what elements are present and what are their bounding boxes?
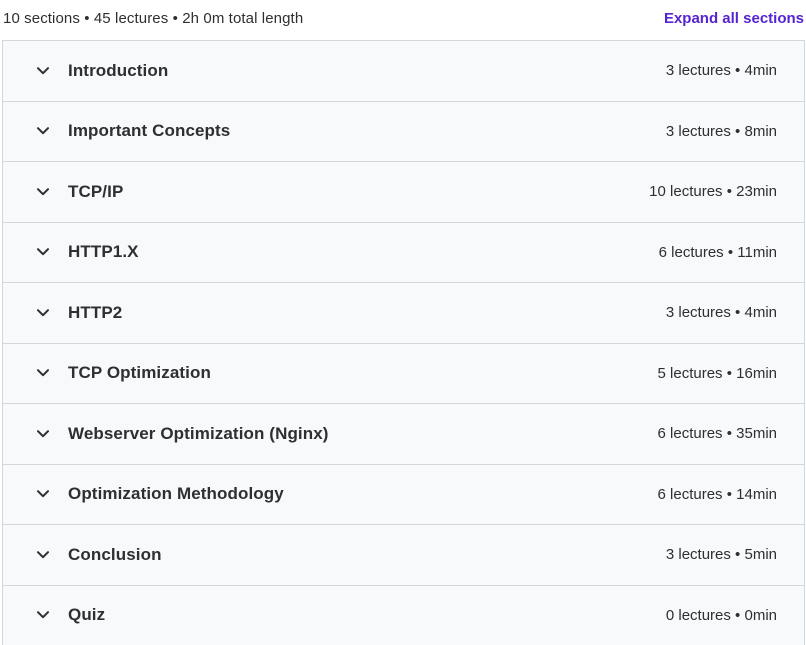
expand-all-sections-button[interactable]: Expand all sections (664, 10, 804, 27)
section-meta: 0 lectures • 0min (665, 606, 777, 624)
section-title: Important Concepts (68, 121, 231, 141)
section-title: TCP Optimization (68, 363, 211, 383)
section-row[interactable]: Important Concepts 3 lectures • 8min (3, 101, 804, 162)
section-meta: 6 lectures • 11min (658, 243, 777, 261)
section-title: Introduction (68, 60, 169, 80)
chevron-down-icon[interactable] (36, 366, 50, 380)
section-meta: 6 lectures • 35min (657, 425, 777, 443)
section-title: Webserver Optimization (Nginx) (68, 423, 329, 443)
section-meta: 3 lectures • 4min (665, 62, 777, 80)
section-title: Quiz (68, 605, 106, 625)
chevron-down-icon[interactable] (36, 608, 50, 622)
section-meta: 3 lectures • 5min (665, 546, 777, 564)
section-list: Introduction 3 lectures • 4min Important… (2, 40, 805, 645)
section-row[interactable]: Conclusion 3 lectures • 5min (3, 525, 804, 586)
section-meta: 10 lectures • 23min (649, 183, 777, 201)
section-title: Optimization Methodology (68, 484, 284, 504)
section-title: TCP/IP (68, 181, 124, 201)
chevron-down-icon[interactable] (36, 245, 50, 259)
section-row[interactable]: TCP/IP 10 lectures • 23min (3, 162, 804, 223)
course-summary-bar: 10 sections • 45 lectures • 2h 0m total … (0, 0, 806, 36)
section-row[interactable]: HTTP2 3 lectures • 4min (3, 283, 804, 344)
section-row[interactable]: HTTP1.X 6 lectures • 11min (3, 222, 804, 283)
chevron-down-icon[interactable] (36, 548, 50, 562)
section-meta: 3 lectures • 4min (665, 304, 777, 322)
course-summary-text: 10 sections • 45 lectures • 2h 0m total … (3, 9, 304, 27)
chevron-down-icon[interactable] (36, 306, 50, 320)
chevron-down-icon[interactable] (36, 124, 50, 138)
section-row[interactable]: TCP Optimization 5 lectures • 16min (3, 343, 804, 404)
chevron-down-icon[interactable] (36, 64, 50, 78)
section-title: Conclusion (68, 544, 162, 564)
chevron-down-icon[interactable] (36, 185, 50, 199)
section-meta: 5 lectures • 16min (657, 364, 777, 382)
section-row[interactable]: Introduction 3 lectures • 4min (3, 41, 804, 102)
section-title: HTTP2 (68, 302, 123, 322)
section-title: HTTP1.X (68, 242, 139, 262)
section-row[interactable]: Webserver Optimization (Nginx) 6 lecture… (3, 404, 804, 465)
course-content: 10 sections • 45 lectures • 2h 0m total … (0, 0, 806, 645)
chevron-down-icon[interactable] (36, 427, 50, 441)
section-row[interactable]: Optimization Methodology 6 lectures • 14… (3, 464, 804, 525)
section-meta: 6 lectures • 14min (657, 485, 777, 503)
section-meta: 3 lectures • 8min (665, 122, 777, 140)
chevron-down-icon[interactable] (36, 487, 50, 501)
section-row[interactable]: Quiz 0 lectures • 0min (3, 585, 804, 645)
